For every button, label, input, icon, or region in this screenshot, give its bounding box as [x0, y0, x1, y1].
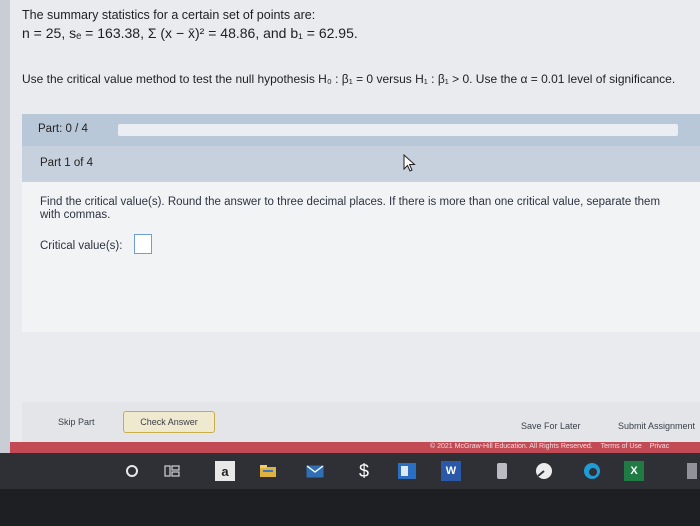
outlook-icon[interactable] [397, 461, 417, 481]
copyright-text: © 2021 McGraw-Hill Education. All Rights… [430, 443, 675, 450]
skip-part-button[interactable]: Skip Part [58, 417, 95, 427]
mouse-cursor-icon [403, 154, 416, 172]
window-edge [0, 0, 10, 453]
problem-intro: The summary statistics for a certain set… [22, 8, 316, 22]
answer-label: Critical value(s): [40, 240, 123, 252]
edge-icon[interactable] [582, 461, 602, 481]
app-icon[interactable] [492, 461, 512, 481]
check-answer-button[interactable]: Check Answer [123, 411, 215, 433]
submit-assignment-button[interactable]: Submit Assignment [618, 421, 695, 431]
question-panel: Find the critical value(s). Round the an… [22, 182, 700, 332]
critical-value-input[interactable] [134, 234, 152, 254]
word-icon[interactable]: W [441, 461, 461, 481]
excel-icon[interactable]: X [624, 461, 644, 481]
terms-link[interactable]: Terms of Use [601, 443, 642, 450]
save-for-later-button[interactable]: Save For Later [521, 421, 581, 431]
file-explorer-icon[interactable] [258, 461, 278, 481]
progress-fill [118, 124, 678, 136]
monitor-bezel [0, 489, 700, 526]
notification-icon[interactable] [682, 461, 700, 481]
taskbar: a $ W X [0, 453, 700, 489]
progress-label: Part: 0 / 4 [38, 123, 88, 135]
problem-instruction: Use the critical value method to test th… [22, 72, 676, 86]
problem-statement: The summary statistics for a certain set… [22, 6, 692, 42]
browser-page: The summary statistics for a certain set… [0, 0, 700, 453]
copyright-bar: © 2021 McGraw-Hill Education. All Rights… [10, 442, 700, 453]
search-circle-icon[interactable] [122, 461, 142, 481]
mail-icon[interactable] [305, 461, 325, 481]
question-text: Find the critical value(s). Round the an… [40, 196, 661, 221]
progress-bar-section: Part: 0 / 4 [22, 114, 700, 146]
chrome-icon[interactable] [534, 461, 554, 481]
copyright-notice: © 2021 McGraw-Hill Education. All Rights… [430, 443, 593, 450]
progress-track [118, 124, 678, 136]
part-label: Part 1 of 4 [40, 157, 94, 169]
task-view-icon[interactable] [162, 461, 182, 481]
footer-bar: Skip Part Check Answer Save For Later Su… [22, 402, 700, 442]
money-icon[interactable]: $ [354, 461, 374, 481]
part-header: Part 1 of 4 [22, 146, 700, 182]
privacy-link[interactable]: Privac [650, 443, 669, 450]
amazon-icon[interactable]: a [215, 461, 235, 481]
problem-stats: n = 25, sₑ = 163.38, Σ (x − x̄)² = 48.86… [22, 25, 358, 41]
